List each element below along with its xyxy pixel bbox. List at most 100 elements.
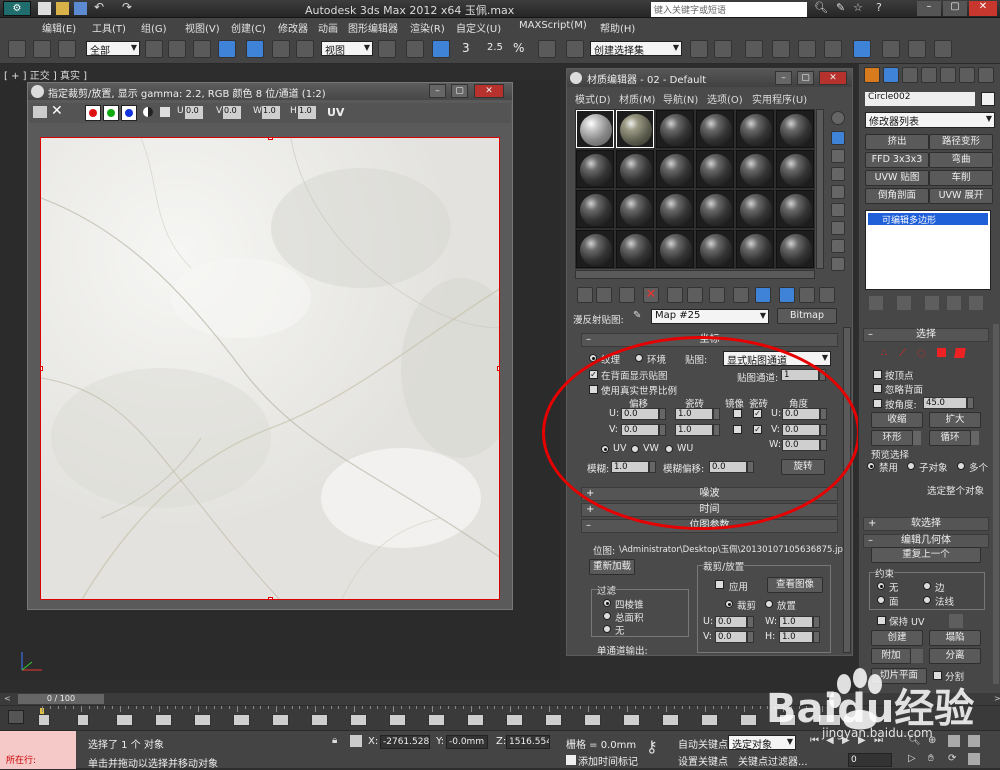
menu-customize[interactable]: 自定义(U)	[456, 20, 501, 35]
keyboard-shortcut-override-icon[interactable]	[432, 40, 450, 58]
material-sample-slot[interactable]	[576, 150, 614, 188]
get-material-icon[interactable]	[577, 287, 593, 303]
edit-geometry-rollout[interactable]: – 编辑几何体	[863, 534, 989, 548]
undo-icon[interactable]: ↶	[94, 0, 104, 14]
by-angle-spinner[interactable]	[967, 397, 974, 409]
make-unique-stack-icon[interactable]	[925, 296, 939, 310]
mod-path-deform-button[interactable]: 路径变形	[929, 134, 993, 150]
time-slider-prev-icon[interactable]: <	[4, 694, 11, 703]
menu-maxscript[interactable]: MAXScript(M)	[519, 20, 587, 31]
crop-v-spinner[interactable]	[747, 631, 754, 643]
material-sample-slot[interactable]	[616, 110, 654, 148]
pyramidal-radio[interactable]	[603, 599, 611, 607]
schematic-view-icon[interactable]	[824, 40, 842, 58]
mod-extrude-button[interactable]: 挤出	[865, 134, 929, 150]
z-coord-input[interactable]: 1516.554m	[506, 735, 550, 749]
put-material-icon[interactable]	[596, 287, 612, 303]
material-sample-slot[interactable]	[576, 230, 614, 268]
menu-modifiers[interactable]: 修改器	[278, 20, 308, 35]
material-sample-slot[interactable]	[696, 150, 734, 188]
transform-mode-icon[interactable]	[350, 735, 362, 747]
filter-none-radio[interactable]	[603, 625, 611, 633]
object-name-field[interactable]: Circle002	[865, 92, 975, 106]
print-icon[interactable]	[33, 106, 47, 118]
display-tab-icon[interactable]	[940, 67, 956, 83]
mat-menu-navigation[interactable]: 导航(N)	[663, 91, 698, 106]
repeat-last-button[interactable]: 重复上一个	[871, 547, 981, 563]
crop-handle-left[interactable]	[41, 366, 43, 371]
bind-space-warp-icon[interactable]	[58, 40, 76, 58]
pivot-center-icon[interactable]	[378, 40, 396, 58]
mod-lathe-button[interactable]: 车削	[929, 170, 993, 186]
material-sample-slot[interactable]	[616, 230, 654, 268]
select-by-material-icon[interactable]	[831, 239, 845, 253]
preview-subobj-radio[interactable]	[907, 462, 915, 470]
render-setup-icon[interactable]	[882, 40, 900, 58]
edge-icon[interactable]: ⟋	[899, 348, 906, 359]
material-editor-icon[interactable]	[853, 40, 871, 58]
preserve-uv-settings-icon[interactable]	[949, 614, 963, 628]
material-sample-slot[interactable]	[576, 110, 614, 148]
crop-u-input[interactable]: 0.0	[715, 616, 747, 628]
material-sample-slot[interactable]	[656, 190, 694, 228]
configure-modifier-sets-icon[interactable]	[969, 296, 983, 310]
map-name-dropdown[interactable]: Map #25	[651, 309, 769, 324]
slots-scrollbar[interactable]	[575, 270, 815, 279]
graphite-ribbon-icon[interactable]	[772, 40, 790, 58]
mirror-icon[interactable]	[690, 40, 708, 58]
window-crossing-icon[interactable]	[218, 40, 236, 58]
crop-handle-bottom[interactable]	[268, 597, 273, 599]
menu-help[interactable]: 帮助(H)	[600, 20, 635, 35]
soft-selection-rollout[interactable]: + 软选择	[863, 517, 989, 531]
x-coord-input[interactable]: -2761.528(	[380, 735, 430, 749]
backlight-icon[interactable]	[831, 131, 845, 145]
select-rotate-icon[interactable]	[272, 40, 290, 58]
material-sample-slot[interactable]	[736, 150, 774, 188]
selection-rollout[interactable]: – 选择	[863, 328, 989, 342]
map-type-button[interactable]: Bitmap	[777, 308, 837, 324]
select-manipulate-icon[interactable]	[406, 40, 424, 58]
loop-spinner[interactable]	[971, 431, 979, 445]
time-slider[interactable]: 0 / 100	[18, 694, 104, 704]
y-coord-input[interactable]: -0.0mm	[446, 735, 488, 749]
percent-snap-toggle[interactable]: %	[513, 41, 524, 55]
marble-texture-image[interactable]	[40, 137, 500, 600]
mod-uvw-map-button[interactable]: UVW 贴图	[865, 170, 929, 186]
background-icon[interactable]	[831, 149, 845, 163]
menu-rendering[interactable]: 渲染(R)	[410, 20, 445, 35]
view-image-button[interactable]: 查看图像	[767, 577, 823, 593]
material-sample-slot[interactable]	[776, 190, 814, 228]
spinner-snap-icon[interactable]	[538, 40, 556, 58]
menu-graph-editors[interactable]: 图形编辑器	[348, 20, 398, 35]
quick-access-open-icon[interactable]	[56, 2, 69, 15]
ring-button[interactable]: 环形	[871, 430, 913, 446]
layer-manager-icon[interactable]	[745, 40, 763, 58]
preview-off-radio[interactable]	[867, 462, 875, 470]
curve-editor-icon[interactable]	[798, 40, 816, 58]
preserve-uv-checkbox[interactable]	[877, 616, 886, 625]
constraint-normal-radio[interactable]	[923, 596, 931, 604]
material-map-navigator-icon[interactable]	[831, 257, 845, 271]
crop-u-spinner[interactable]	[747, 616, 754, 628]
time-tag-icon[interactable]	[566, 755, 576, 765]
menu-animation[interactable]: 动画	[318, 20, 338, 35]
menu-group[interactable]: 组(G)	[141, 20, 167, 35]
crop-radio[interactable]	[725, 600, 733, 608]
crop-w-spinner[interactable]	[813, 616, 820, 628]
by-angle-input[interactable]: 45.0	[923, 397, 967, 409]
add-time-tag-label[interactable]: 添加时间标记	[578, 753, 638, 768]
u-input[interactable]: 0.0	[185, 106, 203, 119]
edit-named-selection-icon[interactable]	[566, 40, 584, 58]
shrink-button[interactable]: 收缩	[871, 412, 923, 428]
crop-window-close-button[interactable]: ✕	[474, 84, 504, 98]
material-sample-slot[interactable]	[616, 150, 654, 188]
vertex-icon[interactable]: ∴	[881, 348, 887, 359]
menu-create[interactable]: 创建(C)	[231, 20, 266, 35]
go-to-parent-icon[interactable]	[799, 287, 815, 303]
modifier-stack[interactable]: 可编辑多边形	[865, 210, 991, 290]
polygon-icon[interactable]	[937, 348, 946, 357]
angle-snap-toggle[interactable]: 2.5	[487, 42, 503, 53]
show-end-result-stack-icon[interactable]	[897, 296, 911, 310]
mono-icon[interactable]	[160, 107, 170, 117]
render-production-icon[interactable]	[934, 40, 952, 58]
